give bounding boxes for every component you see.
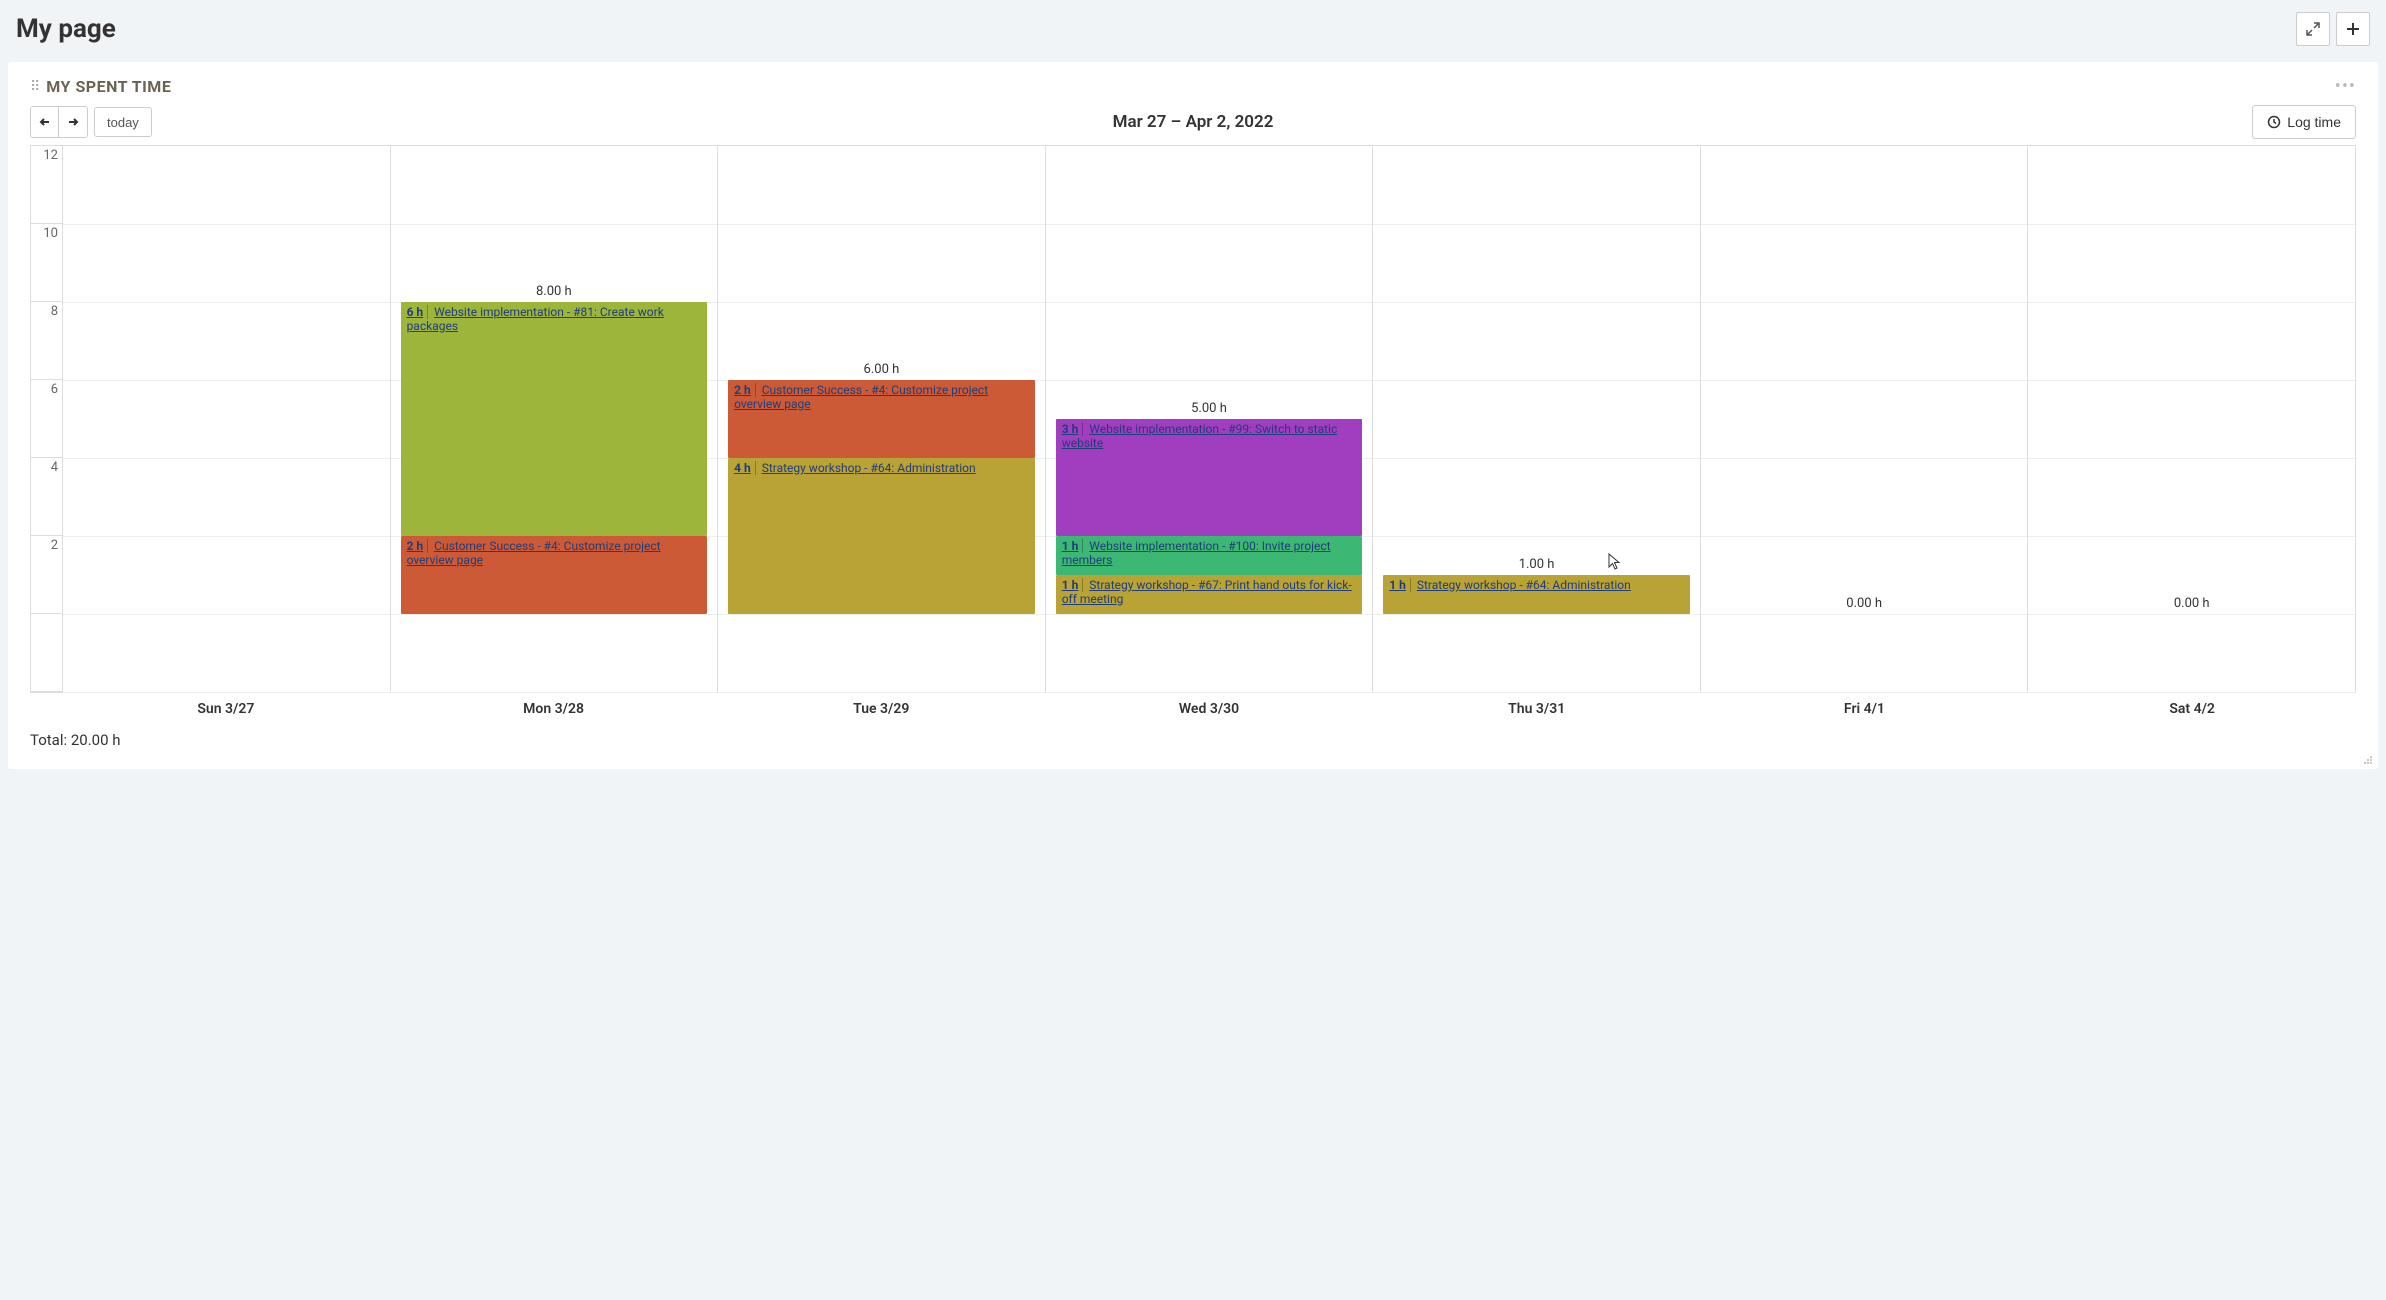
entry-hours: 2 h (734, 383, 756, 397)
y-axis: 12 10 8 6 4 2 (31, 146, 63, 692)
day-label: Sun 3/27 (62, 692, 390, 725)
spent-time-widget: ⠿ MY SPENT TIME ••• today Mar 27 – Apr 2… (8, 62, 2378, 769)
day-label: Thu 3/31 (1373, 692, 1701, 725)
today-button[interactable]: today (94, 107, 152, 137)
axis-tick: 8 (51, 304, 58, 319)
axis-tick: 12 (43, 148, 58, 163)
entry-description[interactable]: Website implementation - #81: Create wor… (407, 305, 664, 333)
day-total: 0.00 h (1846, 596, 1882, 611)
day-column[interactable]: 1.00 h 1 h Strategy workshop - #64: Admin… (1373, 146, 1701, 692)
entry-hours: 4 h (734, 461, 756, 475)
day-column[interactable] (63, 146, 391, 692)
prev-week-button[interactable] (31, 107, 59, 137)
mouse-cursor-icon (1608, 553, 1622, 571)
entry-hours: 1 h (1062, 539, 1084, 553)
time-entry[interactable]: 4 h Strategy workshop - #64: Administrat… (728, 458, 1035, 614)
page-header: My page (8, 8, 2378, 62)
entry-description[interactable]: Strategy workshop - #67: Print hand outs… (1062, 578, 1352, 606)
day-total: 6.00 h (864, 362, 900, 377)
calendar-toolbar: today Mar 27 – Apr 2, 2022 Log time (30, 105, 2356, 139)
day-total: 5.00 h (1191, 401, 1227, 416)
day-total: 1.00 h (1519, 557, 1555, 572)
entry-description[interactable]: Strategy workshop - #64: Administration (1417, 578, 1631, 592)
header-actions (2296, 12, 2370, 46)
entry-hours: 3 h (1062, 422, 1084, 436)
log-time-label: Log time (2287, 114, 2341, 130)
day-label: Tue 3/29 (717, 692, 1045, 725)
add-widget-button[interactable] (2336, 12, 2370, 46)
entry-description[interactable]: Customer Success - #4: Customize project… (407, 539, 661, 567)
footer-axis-spacer (30, 692, 62, 725)
entry-description[interactable]: Customer Success - #4: Customize project… (734, 383, 988, 411)
total-hours: Total: 20.00 h (30, 731, 2356, 749)
day-label: Sat 4/2 (2028, 692, 2356, 725)
entry-description[interactable]: Website implementation - #100: Invite pr… (1062, 539, 1331, 567)
entry-hours: 1 h (1062, 578, 1084, 592)
time-entry[interactable]: 1 h Strategy workshop - #67: Print hand … (1056, 575, 1363, 614)
time-entry[interactable]: 3 h Website implementation - #99: Switch… (1056, 419, 1363, 536)
day-total: 0.00 h (2174, 596, 2210, 611)
axis-tick: 6 (51, 382, 58, 397)
expand-icon[interactable] (2296, 12, 2330, 46)
resize-grip-icon[interactable] (2360, 751, 2374, 765)
more-icon[interactable]: ••• (2335, 76, 2356, 97)
log-time-button[interactable]: Log time (2252, 105, 2356, 139)
drag-handle-icon[interactable]: ⠿ (30, 79, 40, 95)
time-entry[interactable]: 1 h Strategy workshop - #64: Administrat… (1383, 575, 1690, 614)
axis-tick: 10 (43, 226, 58, 241)
next-week-button[interactable] (59, 107, 87, 137)
entry-hours: 6 h (407, 305, 429, 319)
date-range: Mar 27 – Apr 2, 2022 (1113, 112, 1274, 132)
page-title: My page (16, 14, 116, 44)
axis-tick: 4 (51, 460, 58, 475)
day-column[interactable]: 6.00 h 2 h Customer Success - #4: Customi… (718, 146, 1046, 692)
widget-title: MY SPENT TIME (46, 77, 171, 96)
entry-hours: 2 h (407, 539, 429, 553)
widget-header: ⠿ MY SPENT TIME ••• (30, 76, 2356, 97)
day-column[interactable]: 0.00 h (1701, 146, 2029, 692)
entry-description[interactable]: Strategy workshop - #64: Administration (762, 461, 976, 475)
day-label: Fri 4/1 (1701, 692, 2029, 725)
calendar-grid: 12 10 8 6 4 2 8.00 h 6 h Website implementation… (30, 145, 2356, 725)
time-entry[interactable]: 2 h Customer Success - #4: Customize pro… (401, 536, 708, 614)
axis-tick: 2 (51, 538, 58, 553)
day-column[interactable]: 5.00 h 3 h Website implementation - #99: … (1046, 146, 1374, 692)
entry-description[interactable]: Website implementation - #99: Switch to … (1062, 422, 1338, 450)
day-column[interactable]: 0.00 h (2028, 146, 2356, 692)
time-entry[interactable]: 2 h Customer Success - #4: Customize pro… (728, 380, 1035, 458)
day-label: Mon 3/28 (390, 692, 718, 725)
time-entry[interactable]: 6 h Website implementation - #81: Create… (401, 302, 708, 536)
week-nav (30, 106, 88, 138)
time-entry[interactable]: 1 h Website implementation - #100: Invit… (1056, 536, 1363, 575)
day-column[interactable]: 8.00 h 6 h Website implementation - #81: … (391, 146, 719, 692)
day-total: 8.00 h (536, 284, 572, 299)
clock-icon (2267, 115, 2281, 129)
day-label: Wed 3/30 (1045, 692, 1373, 725)
entry-hours: 1 h (1389, 578, 1411, 592)
